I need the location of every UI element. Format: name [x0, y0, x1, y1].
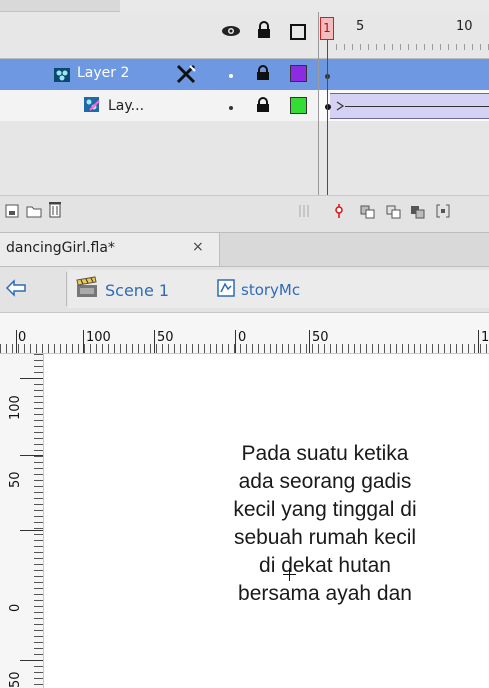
h-ruler-label: 0 [238, 330, 247, 345]
outline-all-icon[interactable] [290, 24, 306, 40]
story-line: sebuah rumah kecil [233, 526, 417, 549]
h-ruler-major-0 [16, 330, 17, 353]
frame-number-5: 5 [356, 19, 365, 34]
layer-row-layer-2[interactable] [0, 59, 489, 90]
close-tab-icon[interactable]: × [192, 239, 204, 255]
h-ruler-major-50 [154, 330, 155, 353]
lock-all-icon[interactable] [256, 21, 272, 39]
motion-tween-layer-icon [84, 97, 100, 112]
story-line: bersama ayah dan [238, 582, 412, 605]
v-ruler-major-50b [20, 660, 43, 661]
symbol-link[interactable]: storyMc [241, 281, 300, 299]
h-ruler-label: 50 [312, 330, 329, 345]
layer-name-lay[interactable]: Lay... [108, 98, 144, 114]
movie-clip-symbol-icon [217, 279, 235, 297]
v-ruler-label: 100 [8, 395, 23, 420]
v-ruler-label: 50 [8, 671, 23, 688]
horizontal-ruler-ticks [0, 344, 489, 353]
layer-name-layer-2[interactable]: Layer 2 [77, 65, 129, 81]
story-line: di dekat hutan [259, 554, 391, 577]
h-ruler-label: 1 [481, 330, 489, 345]
v-ruler-major-50 [20, 455, 43, 456]
edit-bar-divider [66, 272, 67, 306]
h-ruler-label: 0 [18, 330, 27, 345]
tween-arrow-line [345, 106, 489, 107]
v-ruler-label: 50 [8, 471, 23, 488]
lock-dot-layer-2-icon[interactable] [256, 65, 270, 81]
h-ruler-label: 100 [86, 330, 111, 345]
story-line: ada seorang gadis [238, 470, 412, 493]
story-line: Pada suatu ketika [241, 442, 409, 465]
registration-point-v [289, 568, 290, 581]
outline-color-lay[interactable] [290, 97, 307, 114]
onion-skin-icon[interactable] [360, 205, 376, 219]
lock-dot-lay-icon[interactable] [256, 97, 270, 113]
show-hide-eye-icon[interactable] [220, 23, 242, 39]
story-text-field[interactable]: Pada suatu ketika ada seorang gadis keci… [190, 440, 460, 608]
frame-ruler-ticks [336, 44, 489, 50]
pencil-edit-icon [176, 64, 196, 84]
scene-clapper-icon [76, 276, 97, 297]
resize-grip-icon[interactable] [298, 204, 310, 218]
modify-onion-markers-icon[interactable] [436, 204, 450, 218]
tween-arrow-head-icon [336, 101, 345, 111]
center-frame-icon[interactable] [334, 203, 344, 219]
vertical-ruler-ticks [34, 354, 43, 688]
v-ruler-major-100 [20, 378, 43, 379]
onion-skin-outlines-icon[interactable] [386, 205, 402, 219]
new-layer-icon[interactable] [5, 204, 19, 218]
h-ruler-major-50b [309, 330, 310, 353]
scene-link[interactable]: Scene 1 [105, 281, 169, 300]
story-line: kecil yang tinggal di [233, 498, 417, 521]
h-ruler-major-1 [478, 330, 479, 353]
playhead[interactable]: 1 [320, 17, 334, 40]
h-ruler-major-0b [235, 330, 236, 353]
new-folder-icon[interactable] [26, 204, 42, 218]
keyframe-lay[interactable] [325, 104, 331, 110]
visibility-dot-layer-2[interactable] [229, 74, 233, 78]
timeline-top-strip [0, 0, 489, 12]
timeline-header [0, 12, 489, 59]
movie-clip-layer-icon [54, 68, 70, 82]
timeline-empty-area [0, 121, 489, 195]
v-ruler-label: 0 [8, 603, 23, 612]
h-ruler-major-100 [83, 330, 84, 353]
edit-multiple-frames-icon[interactable] [410, 205, 426, 219]
outline-color-layer-2[interactable] [290, 65, 307, 82]
back-arrow-icon[interactable] [5, 279, 27, 297]
delete-trash-icon[interactable] [48, 200, 62, 218]
visibility-dot-lay[interactable] [229, 106, 233, 110]
frame-number-10: 10 [456, 19, 473, 34]
document-tab-label[interactable]: dancingGirl.fla* [6, 240, 115, 256]
v-ruler-major-0 [20, 530, 43, 531]
playhead-line [327, 40, 328, 201]
h-ruler-label: 50 [157, 330, 174, 345]
